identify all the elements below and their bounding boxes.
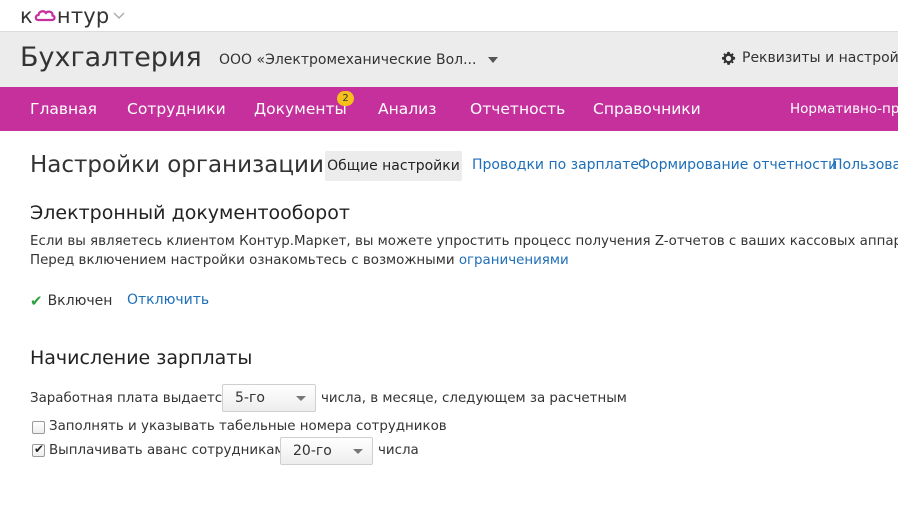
dropdown-arrow-icon [296,396,306,401]
edo-description-line1: Если вы являетесь клиентом Контур.Маркет… [30,234,898,249]
tab-general-settings[interactable]: Общие настройки [325,151,462,181]
salary-day-select[interactable]: 5-го [222,384,316,412]
checkmark-icon: ✔ [30,292,43,310]
edo-section-title: Электронный документооборот [30,202,350,224]
chevron-down-icon[interactable] [113,12,125,20]
top-bar: к нтур [0,0,898,31]
nav-item-directories[interactable]: Справочники [593,100,701,118]
main-nav: Главная Сотрудники Документы Анализ Отче… [0,87,898,131]
organization-selector[interactable]: ООО «Электромеханические Вол... [219,52,499,68]
nav-item-reports[interactable]: Отчетность [470,100,565,118]
edo-description-line2: Перед включением настройки ознакомьтесь … [30,253,569,268]
tabnum-checkbox[interactable] [32,421,45,434]
salary-paid-label: Заработная плата выдается: [30,391,235,406]
edo-status: ✔ Включен [30,292,112,310]
gear-icon [721,51,736,65]
settings-label: Реквизиты и настройки [742,50,898,66]
advance-checkbox[interactable]: ✔ [32,442,45,457]
edo-description-text: Перед включением настройки ознакомьтесь … [30,253,459,268]
documents-count-badge: 2 [337,91,354,106]
advance-day-value: 20-го [293,443,332,459]
logo-text-start: к [20,3,33,28]
tab-users[interactable]: Пользоват [832,157,898,173]
salary-section-title: Начисление зарплаты [30,347,253,369]
advance-label[interactable]: Выплачивать аванс сотрудникам [49,443,285,458]
salary-day-value: 5-го [235,390,265,406]
disable-button[interactable]: Отключить [127,292,209,308]
kontur-logo[interactable]: к нтур [20,2,125,29]
app-title[interactable]: Бухгалтерия [20,42,202,73]
nav-item-documents[interactable]: Документы [254,100,347,118]
restrictions-link[interactable]: ограничениями [459,253,569,268]
tab-salary-postings[interactable]: Проводки по зарплате [472,157,639,173]
nav-item-analysis[interactable]: Анализ [378,100,436,118]
page-title: Настройки организации [30,152,324,178]
dropdown-arrow-icon [353,449,363,454]
nav-item-employees[interactable]: Сотрудники [127,100,226,118]
advance-suffix: числа [378,443,419,458]
dropdown-arrow-icon [488,57,499,63]
logo-text-end: нтур [56,3,110,28]
edo-status-label: Включен [47,293,113,309]
nav-item-home[interactable]: Главная [30,100,97,118]
tab-reporting[interactable]: Формирование отчетности [638,157,837,173]
organization-name: ООО «Электромеханические Вол... [219,52,477,68]
salary-paid-suffix: числа, в месяце, следующем за расчетным [321,391,627,406]
advance-day-select[interactable]: 20-го [280,437,373,465]
settings-link[interactable]: Реквизиты и настройки [721,50,898,66]
logo-cloud-icon [34,9,56,21]
check-icon: ✔ [34,442,45,456]
nav-item-regulations[interactable]: Нормативно-пра [790,101,898,117]
app-header: Бухгалтерия ООО «Электромеханические Вол… [0,31,898,87]
tabnum-label[interactable]: Заполнять и указывать табельные номера с… [49,419,447,434]
